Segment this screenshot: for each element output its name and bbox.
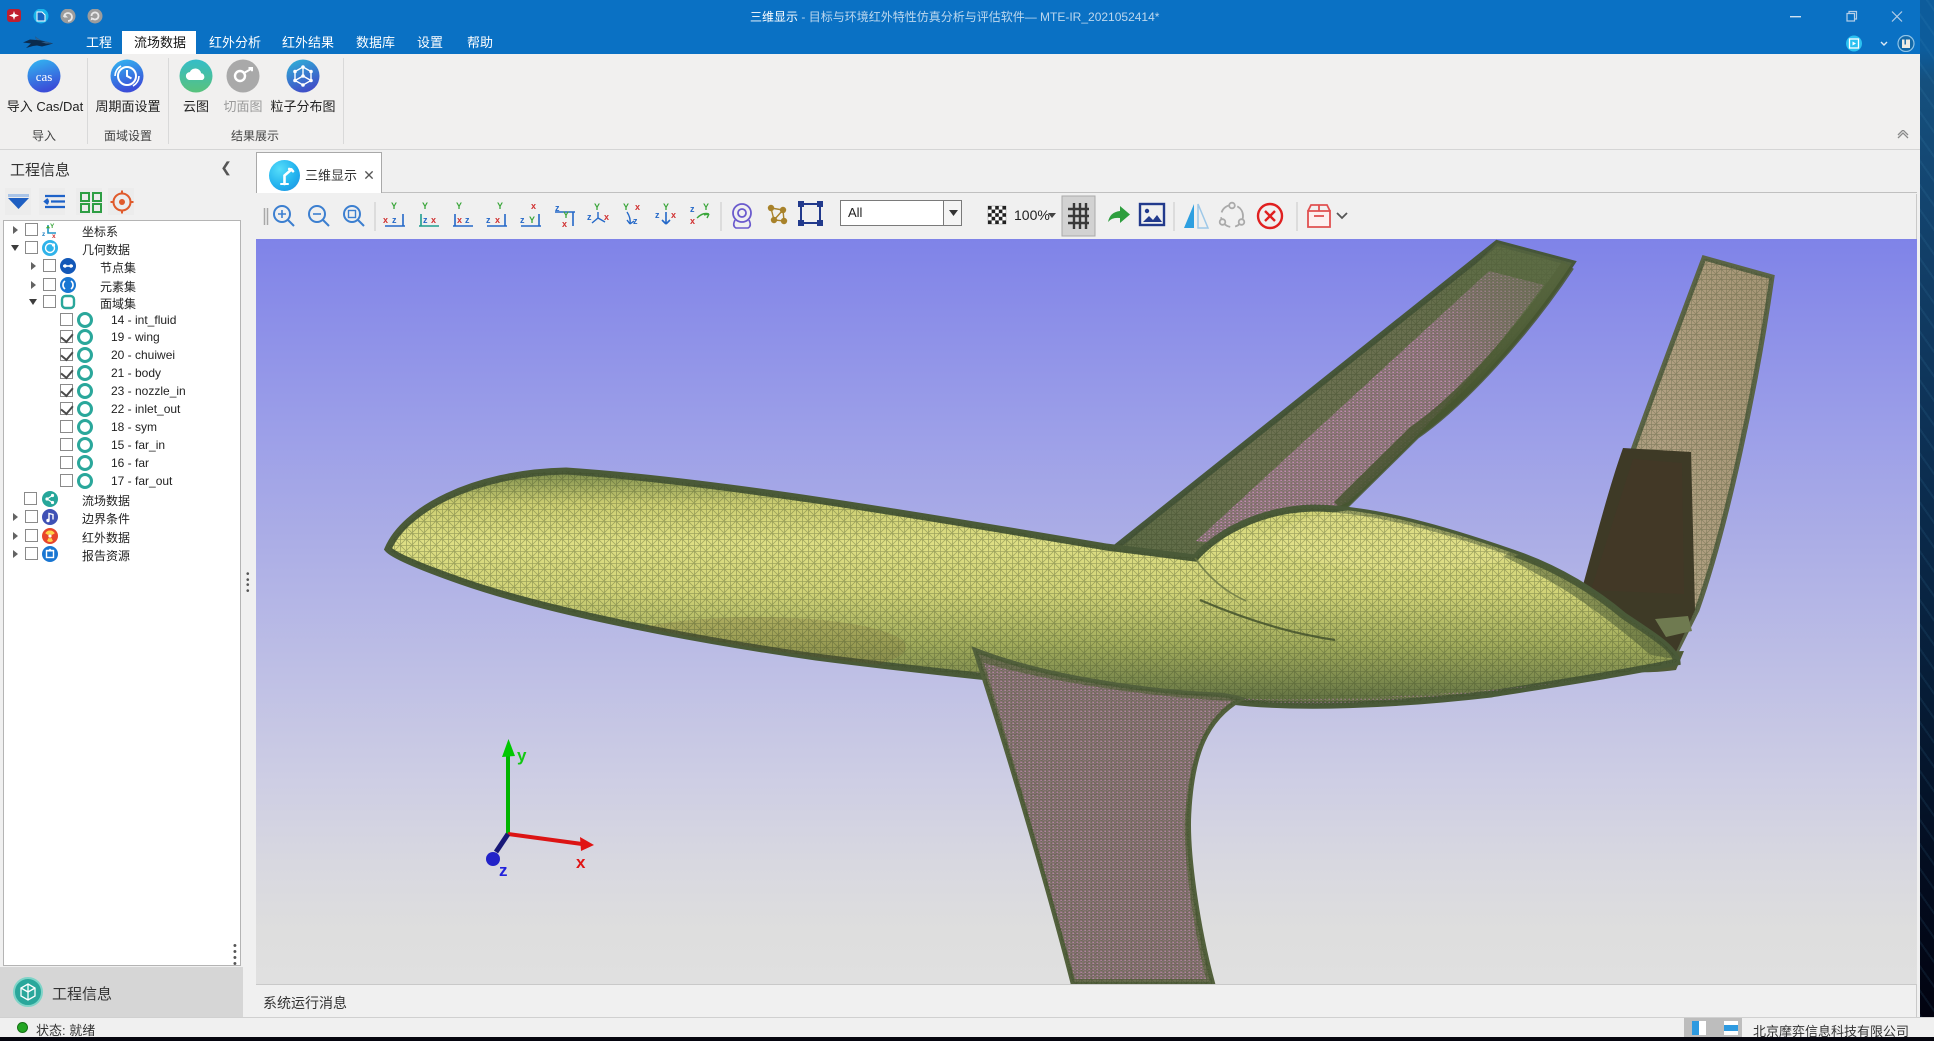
svg-text:Y: Y [497, 201, 503, 211]
svg-text:x: x [431, 215, 436, 225]
svg-text:x: x [457, 215, 462, 225]
svg-text:z: z [392, 215, 397, 225]
svg-text:x: x [635, 202, 640, 212]
svg-text:x: x [690, 216, 695, 226]
svg-text:x: x [495, 215, 500, 225]
svg-text:z: z [690, 204, 695, 214]
svg-text:Y: Y [623, 202, 629, 212]
svg-text:Y: Y [456, 201, 462, 211]
svg-text:100%: 100% [1014, 207, 1050, 223]
svg-text:z: z [423, 215, 428, 225]
svg-text:z: z [633, 216, 638, 226]
svg-text:x: x [576, 853, 586, 872]
svg-text:x: x [531, 201, 536, 211]
svg-text:x: x [604, 212, 609, 222]
svg-text:z: z [42, 231, 46, 238]
svg-text:z: z [655, 210, 660, 220]
svg-text:z: z [520, 215, 525, 225]
svg-text:z: z [587, 212, 592, 222]
svg-text:y: y [517, 746, 527, 765]
svg-text:z: z [555, 203, 560, 213]
svg-text:z: z [499, 861, 508, 880]
svg-text:Y: Y [391, 201, 397, 211]
svg-text:z: z [465, 215, 470, 225]
svg-text:Y: Y [529, 215, 535, 225]
svg-text:Y: Y [50, 223, 55, 230]
svg-text:Y: Y [703, 202, 709, 212]
svg-text:x: x [52, 233, 56, 238]
svg-text:Y: Y [422, 201, 428, 211]
svg-text:Y: Y [663, 202, 669, 212]
svg-text:x: x [671, 210, 676, 220]
svg-text:x: x [383, 215, 388, 225]
svg-text:x: x [562, 219, 567, 229]
svg-text:z: z [486, 215, 491, 225]
svg-text:cas: cas [36, 69, 53, 84]
svg-text:Y: Y [594, 202, 600, 212]
